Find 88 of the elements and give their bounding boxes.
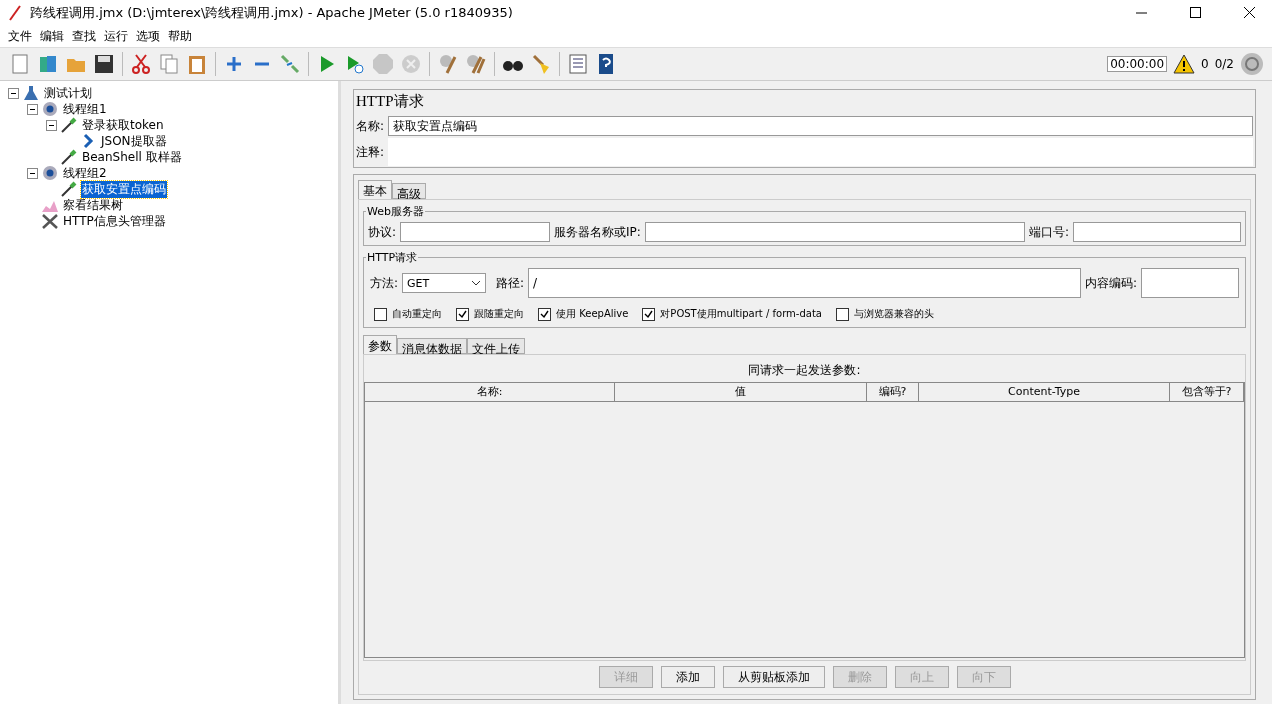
clipboard-icon[interactable] [186, 53, 208, 75]
maximize-icon[interactable] [1189, 7, 1201, 18]
server-field[interactable] [644, 222, 1025, 242]
checkbox-label: 对POST使用multipart / form-data [660, 307, 822, 321]
tab[interactable]: 参数 [363, 335, 397, 354]
templates-icon[interactable] [37, 53, 59, 75]
checkbox-label: 自动重定向 [392, 307, 442, 321]
tab[interactable]: 消息体数据 [397, 338, 467, 354]
warning-icon[interactable] [1173, 54, 1196, 74]
checkbox-label: 跟随重定向 [474, 307, 524, 321]
status-indicator-icon [1240, 52, 1264, 76]
scissors-icon[interactable] [130, 53, 152, 75]
checkbox[interactable] [374, 307, 387, 321]
checkbox-label: 与浏览器兼容的头 [853, 307, 934, 321]
copy-icon[interactable] [158, 53, 180, 75]
tree-node[interactable]: BeanShell 取样器 [81, 148, 183, 166]
gear-icon [41, 165, 59, 181]
comment-label: 注释: [356, 143, 385, 161]
timer: 00:00:00 [1107, 56, 1168, 72]
protocol-label: 协议: [368, 223, 397, 241]
action-button[interactable]: 从剪贴板添加 [722, 666, 825, 688]
tools-icon [41, 213, 59, 229]
tree-node[interactable]: 登录获取token [81, 116, 165, 134]
menu-item[interactable]: 编辑 [36, 27, 68, 45]
tree-node[interactable]: 察看结果树 [62, 196, 124, 214]
name-field[interactable]: 获取安置点编码 [388, 116, 1253, 136]
warning-count: 0 [1201, 57, 1209, 71]
port-label: 端口号: [1028, 223, 1069, 241]
checkbox[interactable] [456, 307, 469, 321]
tab[interactable]: 高级 [392, 183, 426, 199]
encoding-label: 内容编码: [1084, 274, 1137, 292]
path-label: 路径: [496, 274, 525, 292]
new-file-icon[interactable] [9, 53, 31, 75]
panel-title: HTTP请求 [355, 92, 425, 111]
collapse-toggle-icon[interactable] [8, 87, 19, 99]
column-header[interactable]: 编码? [867, 383, 919, 402]
checkbox[interactable] [835, 307, 849, 321]
tree-node[interactable]: 测试计划 [43, 84, 93, 102]
port-field[interactable] [1073, 222, 1241, 242]
column-header[interactable]: Content-Type [919, 383, 1170, 402]
comment-field[interactable] [388, 138, 1253, 166]
method-dropdown[interactable]: GET [402, 273, 487, 293]
column-header[interactable]: 值 [615, 383, 867, 402]
column-header[interactable]: 包含等于? [1170, 383, 1244, 402]
tab[interactable]: 文件上传 [467, 338, 525, 354]
menu-item[interactable]: 查找 [68, 27, 100, 45]
group-title: HTTP请求 [366, 250, 419, 265]
collapse-toggle-icon[interactable] [27, 167, 38, 179]
list-icon[interactable] [567, 53, 589, 75]
tree-node[interactable]: 获取安置点编码 [81, 180, 167, 198]
group-title: Web服务器 [366, 204, 425, 219]
pipette-icon [60, 181, 78, 197]
pipette-icon [60, 149, 78, 165]
gear-icon [41, 101, 59, 117]
protocol-field[interactable] [400, 222, 551, 242]
checkbox-label: 使用 KeepAlive [556, 307, 629, 321]
collapse-toggle-icon[interactable] [46, 119, 57, 131]
server-label: 服务器名称或IP: [554, 223, 641, 241]
brooms-icon[interactable] [465, 53, 487, 75]
toggle-icon[interactable] [279, 53, 301, 75]
tab[interactable]: 基本 [358, 180, 392, 199]
menu-item[interactable]: 文件 [4, 27, 36, 45]
caret-icon [471, 280, 482, 286]
close-icon[interactable] [1243, 7, 1255, 18]
checkbox[interactable] [642, 307, 656, 321]
column-header[interactable]: 名称: [365, 383, 615, 402]
menu-item[interactable]: 选项 [132, 27, 164, 45]
tree-node[interactable]: JSON提取器 [100, 132, 168, 150]
window-title: 跨线程调用.jmx (D:\jmterex\跨线程调用.jmx) - Apache JMeter (5.0 r1840935) [30, 3, 514, 22]
path-field[interactable]: / [528, 268, 1081, 298]
encoding-field[interactable] [1141, 268, 1239, 298]
action-button[interactable]: 添加 [660, 666, 715, 688]
table-caption: 同请求一起发送参数: [747, 362, 862, 379]
menu-item[interactable]: 帮助 [164, 27, 196, 45]
name-label: 名称: [356, 117, 385, 135]
tree-node[interactable]: 线程组1 [62, 100, 108, 118]
pipette-icon [60, 117, 78, 133]
method-label: 方法: [370, 274, 399, 292]
thread-count: 0/2 [1214, 57, 1234, 71]
tree-node[interactable]: HTTP信息头管理器 [62, 212, 167, 230]
collapse-toggle-icon[interactable] [27, 103, 38, 115]
flask-icon [22, 85, 40, 101]
feather-icon [8, 4, 22, 21]
tree-node[interactable]: 线程组2 [62, 164, 108, 182]
broom-gear-icon[interactable] [437, 53, 459, 75]
broom-icon[interactable] [530, 53, 552, 75]
menu-item[interactable]: 运行 [100, 27, 132, 45]
checkbox[interactable] [538, 307, 551, 321]
